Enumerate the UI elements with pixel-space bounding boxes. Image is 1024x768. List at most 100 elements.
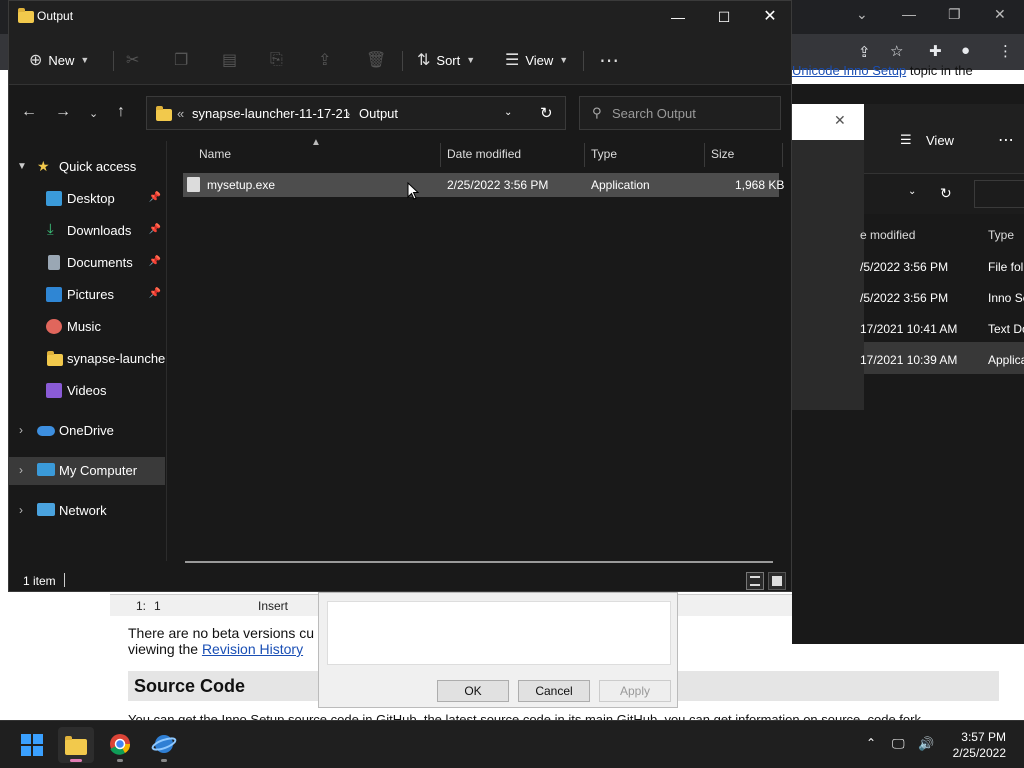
table-row[interactable]: mysetup.exe 2/25/2022 3:56 PM Applicatio… [183, 173, 784, 197]
share-icon[interactable]: ⇪ [858, 43, 871, 61]
minimize-icon[interactable]: — [902, 6, 916, 22]
nav-pictures[interactable]: Pictures 📌 [9, 281, 165, 309]
nav-videos[interactable]: Videos [9, 377, 165, 405]
title-bar[interactable]: Output — ☐ ✕ [9, 1, 791, 33]
viewing-text: viewing the Revision History [128, 641, 304, 657]
forward-arrow-icon[interactable]: → [55, 103, 71, 121]
maximize-button[interactable]: ☐ [701, 3, 747, 31]
recent-locations-icon[interactable]: ⌄ [89, 107, 98, 120]
nav-downloads[interactable]: ⤓ Downloads 📌 [9, 217, 165, 245]
cloud-icon [37, 426, 55, 436]
more-vert-icon[interactable]: ⋮ [998, 42, 1013, 60]
nav-desktop[interactable]: Desktop 📌 [9, 185, 165, 213]
large-icons-view-button[interactable] [768, 572, 786, 590]
folder-icon [18, 8, 34, 23]
close-button[interactable]: ✕ [747, 3, 793, 31]
minimize-button[interactable]: — [655, 3, 701, 31]
close-icon[interactable]: ✕ [994, 6, 1006, 23]
nav-onedrive[interactable]: › OneDrive [9, 417, 165, 445]
bookmark-star-icon[interactable]: ☆ [890, 42, 903, 60]
details-view-button[interactable] [746, 572, 764, 590]
refresh-icon[interactable]: ↻ [540, 104, 553, 122]
profile-icon[interactable]: ● [961, 42, 970, 59]
column-separator[interactable] [440, 143, 441, 167]
share-button[interactable]: ⇪ [318, 49, 331, 71]
breadcrumb-output[interactable]: Output [359, 106, 398, 121]
rename-button[interactable]: ⎘ [270, 49, 283, 71]
address-bar[interactable]: « synapse-launcher-11-17-21 › Output ⌄ ↻ [146, 96, 566, 130]
desktop-icon [46, 191, 62, 206]
view-button[interactable]: ☰ View ▼ [505, 49, 568, 71]
restore-icon[interactable]: ❐ [948, 6, 961, 23]
back-arrow-icon[interactable]: ← [21, 103, 37, 121]
column-header-size[interactable]: Size [711, 147, 734, 169]
close-icon[interactable]: ✕ [834, 112, 846, 129]
explorer2-row-type: Text Do [988, 322, 1024, 336]
more-icon[interactable]: ⋯ [998, 130, 1014, 150]
ok-button[interactable]: OK [437, 680, 509, 702]
nav-my-computer[interactable]: › My Computer [9, 457, 165, 485]
clock[interactable]: 3:57 PM 2/25/2022 [953, 729, 1006, 761]
network-monitor-icon[interactable]: 🖵 [892, 736, 905, 752]
command-bar: ⊕ New ▼ ✂ ❐ ▤ ⎘ ⇪ 🗑 ⇅ Sort ▼ ☰ View ▼ ⋯ [9, 33, 791, 85]
toolbar-separator [113, 51, 114, 71]
chevron-down-icon[interactable]: ▼ [17, 161, 27, 172]
chevron-down-icon[interactable]: ⌄ [856, 6, 868, 23]
cut-button[interactable]: ✂ [126, 49, 139, 71]
volume-icon[interactable]: 🔊 [918, 736, 934, 752]
paste-button[interactable]: ▤ [222, 49, 237, 71]
taskbar-file-explorer[interactable] [58, 727, 94, 763]
taskbar-inno-setup[interactable] [146, 727, 182, 763]
breadcrumb-synapse[interactable]: synapse-launcher-11-17-21 [192, 106, 350, 121]
nav-music[interactable]: Music [9, 313, 165, 341]
extensions-icon[interactable]: ✚ [929, 42, 942, 60]
up-arrow-icon[interactable]: ↑ [117, 103, 125, 121]
clock-time: 3:57 PM [961, 730, 1006, 744]
column-separator[interactable] [584, 143, 585, 167]
column-separator[interactable] [704, 143, 705, 167]
chevron-right-icon[interactable]: › [19, 423, 23, 437]
nav-network[interactable]: › Network [9, 497, 165, 525]
column-separator[interactable] [782, 143, 783, 167]
chevron-down-icon[interactable]: ⌄ [504, 107, 512, 118]
installer-icon [187, 177, 200, 192]
explorer2-search[interactable] [974, 180, 1024, 208]
column-header-type[interactable]: Type [591, 147, 617, 169]
nav-documents[interactable]: Documents 📌 [9, 249, 165, 277]
column-header-date[interactable]: Date modified [447, 147, 521, 169]
sort-icon: ⇅ [417, 52, 431, 69]
taskbar-chrome[interactable] [102, 727, 138, 763]
copy-button[interactable]: ❐ [174, 49, 188, 71]
explorer2-view-label[interactable]: View [926, 133, 954, 148]
revision-history-link[interactable]: Revision History [202, 641, 303, 657]
taskbar: ⌃ 🖵 🔊 3:57 PM 2/25/2022 [0, 720, 1024, 768]
star-icon: ★ [37, 158, 50, 174]
chevron-right-icon[interactable]: › [19, 503, 23, 517]
start-button[interactable] [14, 727, 50, 763]
cancel-button[interactable]: Cancel [518, 680, 590, 702]
apply-button[interactable]: Apply [599, 680, 671, 702]
mouse-cursor-icon [407, 182, 419, 200]
explorer2-left-area [792, 140, 864, 410]
web-text-topic: Unicode Inno Setup topic in the [792, 63, 973, 78]
search-box[interactable]: ⚲ [579, 96, 781, 130]
nav-quick-access[interactable]: ▼ ★ Quick access [9, 153, 165, 181]
sort-button[interactable]: ⇅ Sort ▼ [417, 49, 475, 71]
horizontal-scrollbar[interactable] [185, 561, 773, 563]
breadcrumb-overflow[interactable]: « [177, 106, 184, 121]
new-button[interactable]: ⊕ New ▼ [29, 49, 89, 71]
see-more-button[interactable]: ⋯ [599, 49, 619, 72]
explorer2-address: ⌄ ↻ [864, 174, 1024, 214]
file-size: 1,968 KB [735, 178, 785, 192]
chevron-right-icon[interactable]: › [19, 463, 23, 477]
refresh-icon[interactable]: ↻ [940, 185, 952, 202]
unicode-inno-link[interactable]: Unicode Inno Setup [792, 63, 906, 78]
chevron-down-icon[interactable]: ⌄ [908, 186, 916, 197]
delete-button[interactable]: 🗑 [366, 49, 386, 71]
explorer2-col-type: Type [988, 228, 1015, 242]
chevron-up-icon[interactable]: ⌃ [866, 736, 876, 750]
column-header-name[interactable]: Name [199, 147, 231, 169]
nav-synapse-folder[interactable]: synapse-launcher- [9, 345, 165, 373]
search-input[interactable] [612, 104, 772, 122]
file-type: Application [591, 178, 650, 192]
